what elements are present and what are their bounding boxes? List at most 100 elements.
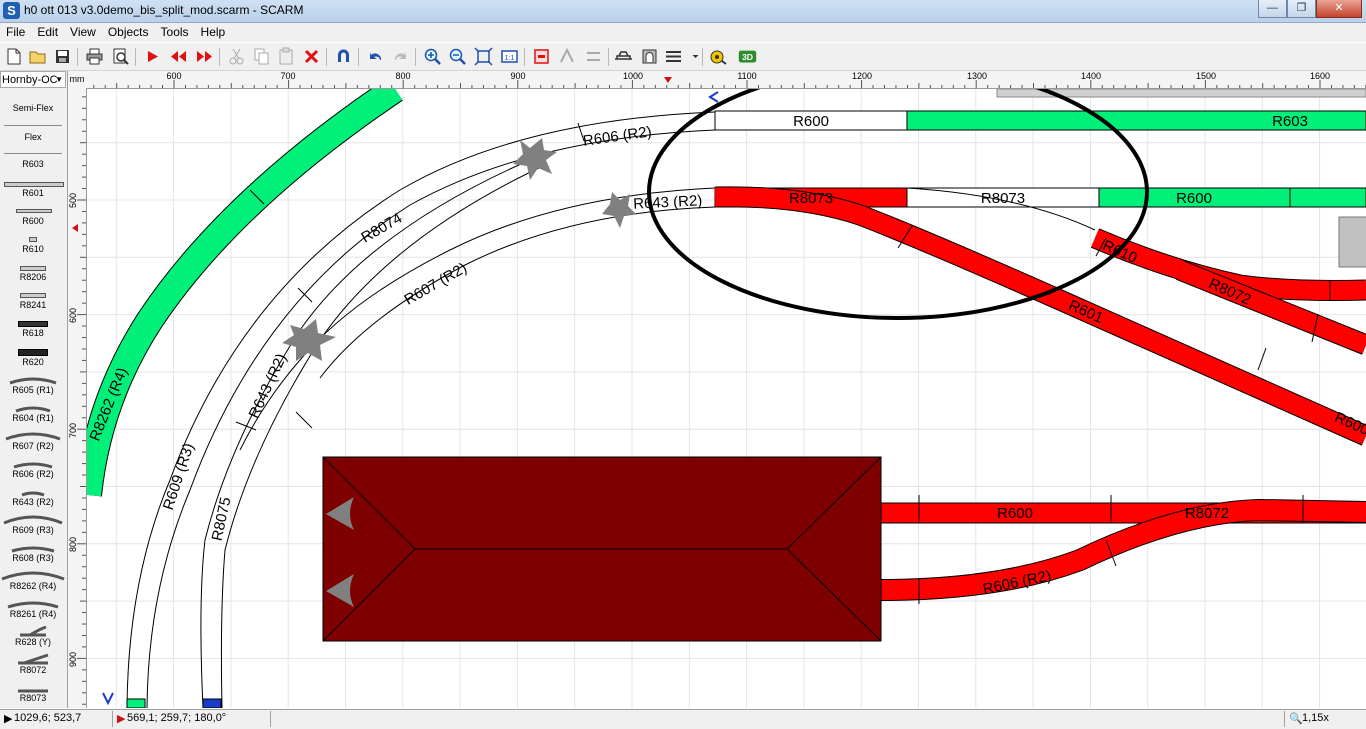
ruler-top-label: 1000	[622, 71, 644, 81]
lib-item-r618[interactable]: R618	[0, 328, 66, 338]
blue-stub	[202, 698, 222, 708]
lib-item-r603[interactable]: R603	[0, 159, 66, 169]
label-r609: R609 (R3)	[160, 441, 198, 512]
lib-item-r8206[interactable]: R8206	[0, 272, 66, 282]
building	[322, 456, 882, 642]
zoom-fit-icon[interactable]	[474, 47, 493, 66]
title-bar: S h0 ott 013 v3.0demo_bis_split_mod.scar…	[0, 0, 1366, 23]
library-select[interactable]: Hornby-OC ▼	[0, 71, 66, 88]
undo-icon[interactable]	[366, 47, 385, 66]
label-r643-left: R643 (R2)	[246, 351, 291, 421]
copy-icon[interactable]	[252, 47, 271, 66]
svg-text:1:1: 1:1	[505, 55, 515, 62]
zoom-icon: 🔍	[1289, 713, 1303, 725]
rewind-icon[interactable]	[169, 47, 188, 66]
lib-item-flex[interactable]: Flex	[0, 132, 66, 142]
layout-canvas[interactable]: R600 R603 R606 (R2) R643 (R2) R8073 R807…	[87, 89, 1366, 708]
label-r8073-white: R8073	[981, 190, 1025, 207]
cursor-coord-icon: ▶	[4, 713, 13, 725]
print-preview-icon[interactable]	[111, 47, 130, 66]
redo-icon[interactable]	[391, 47, 410, 66]
lib-item-r8241[interactable]: R8241	[0, 300, 66, 310]
label-r600-bottom: R600	[997, 505, 1033, 522]
ruler-top-label: 1200	[851, 71, 873, 81]
label-r600-top: R600	[793, 113, 829, 130]
object-coord-icon: ▶	[117, 713, 126, 725]
app-icon: S	[3, 2, 20, 19]
label-r643-top: R643 (R2)	[633, 192, 703, 213]
cut-icon[interactable]	[227, 47, 246, 66]
menu-bar: File Edit View Objects Tools Help	[0, 23, 1366, 42]
ruler-top-label: 1100	[737, 71, 757, 81]
blue-arrow-top	[708, 91, 719, 103]
window-controls: — ❐ ✕	[1258, 0, 1362, 18]
label-r600-mid: R600	[1176, 190, 1212, 207]
ruler-left-label: 500	[68, 192, 78, 208]
lib-item-r601[interactable]: R601	[0, 188, 66, 198]
paste-icon[interactable]	[277, 47, 296, 66]
cursor-coordinates: 1029,6; 523,7	[14, 712, 82, 724]
chevron-down-icon[interactable]	[686, 47, 699, 66]
measure-tape-icon[interactable]	[708, 47, 727, 66]
track-join-icon[interactable]	[584, 47, 603, 66]
zoom-out-icon[interactable]	[448, 47, 467, 66]
ruler-top-label: 900	[510, 71, 526, 81]
print-icon[interactable]	[85, 47, 104, 66]
track-r8262	[87, 89, 403, 497]
lib-item-r610[interactable]: R610	[0, 244, 66, 254]
ruler-left-label: 700	[68, 422, 78, 438]
track-connectors	[282, 138, 636, 361]
zoom-in-icon[interactable]	[423, 47, 442, 66]
magnet-icon[interactable]	[334, 47, 353, 66]
status-bar: ▶ 1029,6; 523,7 ▶ 569,1; 259,7; 180,0° 🔍…	[0, 709, 1366, 729]
save-icon[interactable]	[53, 47, 72, 66]
track-plan-svg[interactable]: R600 R603 R606 (R2) R643 (R2) R8073 R807…	[87, 89, 1366, 708]
lib-item-r620[interactable]: R620	[0, 357, 66, 367]
ruler-left-label: 600	[68, 307, 78, 323]
label-r606: R606 (R2)	[582, 123, 653, 149]
ruler-top-label: 800	[395, 71, 411, 81]
maximize-button[interactable]: ❐	[1287, 0, 1316, 18]
3d-view-icon[interactable]: 3D	[738, 47, 762, 66]
track-split-icon[interactable]	[558, 47, 577, 66]
label-r8073-red: R8073	[789, 190, 833, 207]
zoom-actual-icon[interactable]: 1:1	[500, 47, 519, 66]
menu-tools[interactable]: Tools	[155, 23, 195, 42]
track-library-panel: Hornby-OC ▼ Semi-Flex Flex R603 R601 R600…	[0, 71, 68, 708]
ruler-top: 600 700 800 900 1000 1100 1200 1300 1400…	[68, 71, 1366, 89]
new-file-icon[interactable]	[4, 47, 23, 66]
toolbar: 1:1 3D	[0, 43, 1366, 71]
ruler-units: mm	[68, 71, 86, 88]
ruler-left-label: 800	[68, 536, 78, 552]
ruler-left: 500 600 700 800 900	[68, 88, 87, 708]
menu-view[interactable]: View	[64, 23, 102, 42]
bridge-icon[interactable]	[614, 47, 633, 66]
ruler-left-label: 900	[68, 651, 78, 667]
delete-icon[interactable]	[302, 47, 321, 66]
lib-item-semi-flex[interactable]: Semi-Flex	[0, 103, 66, 113]
ruler-left-marker	[72, 224, 78, 232]
gray-block-right	[1338, 216, 1366, 268]
menu-help[interactable]: Help	[195, 23, 232, 42]
tunnel-icon[interactable]	[640, 47, 659, 66]
ruler-top-label: 600	[166, 71, 182, 81]
track-tool-icon[interactable]	[532, 47, 551, 66]
play-icon[interactable]	[143, 47, 162, 66]
menu-edit[interactable]: Edit	[31, 23, 64, 42]
menu-file[interactable]: File	[0, 23, 31, 42]
fast-forward-icon[interactable]	[195, 47, 214, 66]
ruler-top-marker	[664, 77, 672, 83]
close-button[interactable]: ✕	[1316, 0, 1362, 18]
track-r600-mid	[1098, 187, 1366, 208]
ruler-top-label: 1400	[1080, 71, 1102, 81]
menu-objects[interactable]: Objects	[102, 23, 155, 42]
lib-item-r600[interactable]: R600	[0, 216, 66, 226]
blue-arrow-bottom	[102, 692, 114, 706]
ruler-top-label: 1600	[1309, 71, 1331, 81]
object-coordinates: 569,1; 259,7; 180,0°	[127, 712, 227, 724]
library-curve-previews	[1, 377, 65, 693]
layers-icon[interactable]	[664, 47, 683, 66]
open-folder-icon[interactable]	[28, 47, 47, 66]
window-title: h0 ott 013 v3.0demo_bis_split_mod.scarm …	[24, 3, 304, 17]
minimize-button[interactable]: —	[1258, 0, 1287, 18]
